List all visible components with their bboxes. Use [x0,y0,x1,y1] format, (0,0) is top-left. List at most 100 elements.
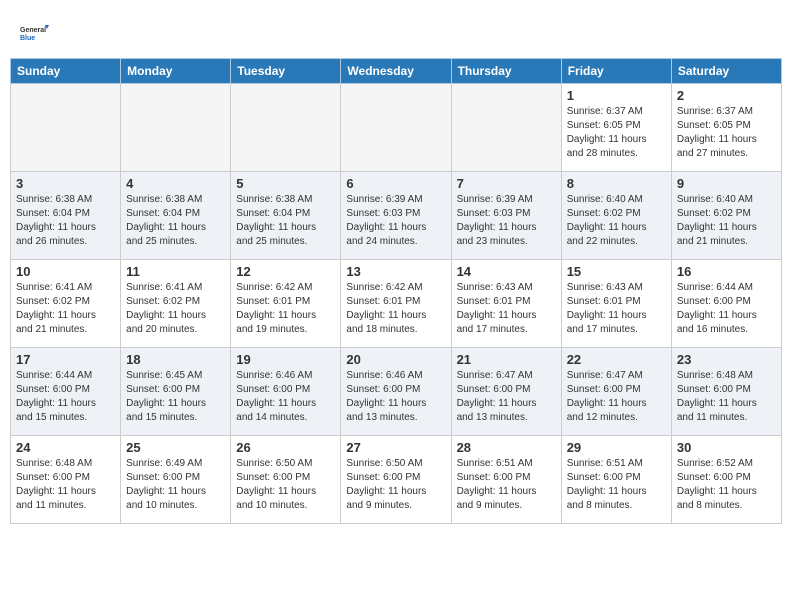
calendar-cell: 20 Sunrise: 6:46 AM Sunset: 6:00 PM Dayli… [341,348,451,436]
calendar-cell: 29 Sunrise: 6:51 AM Sunset: 6:00 PM Dayli… [561,436,671,524]
day-number: 13 [346,264,445,279]
day-info: Sunrise: 6:46 AM Sunset: 6:00 PM Dayligh… [346,369,445,425]
svg-text:General: General [20,27,46,34]
calendar-cell: 11 Sunrise: 6:41 AM Sunset: 6:02 PM Dayli… [121,260,231,348]
day-number: 5 [236,176,335,191]
day-number: 25 [126,440,225,455]
day-info: Sunrise: 6:41 AM Sunset: 6:02 PM Dayligh… [16,281,115,337]
day-info: Sunrise: 6:47 AM Sunset: 6:00 PM Dayligh… [567,369,666,425]
day-number: 24 [16,440,115,455]
day-number: 1 [567,88,666,103]
calendar-cell: 10 Sunrise: 6:41 AM Sunset: 6:02 PM Dayli… [11,260,121,348]
day-info: Sunrise: 6:50 AM Sunset: 6:00 PM Dayligh… [346,457,445,513]
calendar-week-row: 24 Sunrise: 6:48 AM Sunset: 6:00 PM Dayli… [11,436,782,524]
logo: GeneralBlue [20,18,50,48]
day-number: 8 [567,176,666,191]
calendar-cell: 3Sunrise: 6:38 AM Sunset: 6:04 PM Daylig… [11,172,121,260]
day-number: 4 [126,176,225,191]
calendar-cell: 7 Sunrise: 6:39 AM Sunset: 6:03 PM Daylig… [451,172,561,260]
day-info: Sunrise: 6:44 AM Sunset: 6:00 PM Dayligh… [677,281,776,337]
calendar-cell: 19Sunrise: 6:46 AM Sunset: 6:00 PM Dayli… [231,348,341,436]
day-header-thursday: Thursday [451,59,561,84]
calendar-cell: 5 Sunrise: 6:38 AM Sunset: 6:04 PM Daylig… [231,172,341,260]
day-info: Sunrise: 6:48 AM Sunset: 6:00 PM Dayligh… [677,369,776,425]
day-number: 7 [457,176,556,191]
calendar-cell [121,84,231,172]
calendar-cell [451,84,561,172]
calendar-cell: 12 Sunrise: 6:42 AM Sunset: 6:01 PM Dayli… [231,260,341,348]
day-number: 23 [677,352,776,367]
day-number: 11 [126,264,225,279]
day-info: Sunrise: 6:38 AM Sunset: 6:04 PM Dayligh… [126,193,225,249]
day-number: 28 [457,440,556,455]
calendar-week-row: 10 Sunrise: 6:41 AM Sunset: 6:02 PM Dayli… [11,260,782,348]
calendar-cell: 16 Sunrise: 6:44 AM Sunset: 6:00 PM Dayli… [671,260,781,348]
day-number: 17 [16,352,115,367]
calendar-cell: 25Sunrise: 6:49 AM Sunset: 6:00 PM Dayli… [121,436,231,524]
calendar-cell: 27 Sunrise: 6:50 AM Sunset: 6:00 PM Dayli… [341,436,451,524]
day-info: Sunrise: 6:39 AM Sunset: 6:03 PM Dayligh… [457,193,556,249]
day-info: Sunrise: 6:51 AM Sunset: 6:00 PM Dayligh… [457,457,556,513]
day-info: Sunrise: 6:43 AM Sunset: 6:01 PM Dayligh… [457,281,556,337]
day-header-monday: Monday [121,59,231,84]
day-header-tuesday: Tuesday [231,59,341,84]
day-number: 3 [16,176,115,191]
day-number: 22 [567,352,666,367]
day-number: 6 [346,176,445,191]
day-info: Sunrise: 6:40 AM Sunset: 6:02 PM Dayligh… [677,193,776,249]
day-info: Sunrise: 6:40 AM Sunset: 6:02 PM Dayligh… [567,193,666,249]
day-info: Sunrise: 6:37 AM Sunset: 6:05 PM Dayligh… [567,105,666,161]
day-number: 2 [677,88,776,103]
day-info: Sunrise: 6:41 AM Sunset: 6:02 PM Dayligh… [126,281,225,337]
day-number: 10 [16,264,115,279]
day-info: Sunrise: 6:42 AM Sunset: 6:01 PM Dayligh… [346,281,445,337]
day-header-friday: Friday [561,59,671,84]
day-number: 26 [236,440,335,455]
calendar-cell: 18 Sunrise: 6:45 AM Sunset: 6:00 PM Dayli… [121,348,231,436]
day-number: 30 [677,440,776,455]
calendar-cell: 1 Sunrise: 6:37 AM Sunset: 6:05 PM Daylig… [561,84,671,172]
calendar-cell [341,84,451,172]
calendar-cell: 28 Sunrise: 6:51 AM Sunset: 6:00 PM Dayli… [451,436,561,524]
logo-icon: GeneralBlue [20,18,50,48]
day-number: 16 [677,264,776,279]
day-info: Sunrise: 6:51 AM Sunset: 6:00 PM Dayligh… [567,457,666,513]
day-number: 21 [457,352,556,367]
calendar-cell: 8 Sunrise: 6:40 AM Sunset: 6:02 PM Daylig… [561,172,671,260]
day-number: 18 [126,352,225,367]
days-header-row: SundayMondayTuesdayWednesdayThursdayFrid… [11,59,782,84]
calendar-cell: 21Sunrise: 6:47 AM Sunset: 6:00 PM Dayli… [451,348,561,436]
day-number: 14 [457,264,556,279]
day-number: 15 [567,264,666,279]
page-header: GeneralBlue [10,10,782,52]
calendar-week-row: 1 Sunrise: 6:37 AM Sunset: 6:05 PM Daylig… [11,84,782,172]
calendar-cell: 23 Sunrise: 6:48 AM Sunset: 6:00 PM Dayli… [671,348,781,436]
day-number: 27 [346,440,445,455]
day-number: 20 [346,352,445,367]
day-number: 9 [677,176,776,191]
calendar-cell: 6 Sunrise: 6:39 AM Sunset: 6:03 PM Daylig… [341,172,451,260]
calendar-cell: 2 Sunrise: 6:37 AM Sunset: 6:05 PM Daylig… [671,84,781,172]
calendar-cell: 13 Sunrise: 6:42 AM Sunset: 6:01 PM Dayli… [341,260,451,348]
day-info: Sunrise: 6:52 AM Sunset: 6:00 PM Dayligh… [677,457,776,513]
calendar-cell: 17Sunrise: 6:44 AM Sunset: 6:00 PM Dayli… [11,348,121,436]
day-info: Sunrise: 6:38 AM Sunset: 6:04 PM Dayligh… [236,193,335,249]
calendar-cell: 26Sunrise: 6:50 AM Sunset: 6:00 PM Dayli… [231,436,341,524]
day-info: Sunrise: 6:45 AM Sunset: 6:00 PM Dayligh… [126,369,225,425]
day-info: Sunrise: 6:48 AM Sunset: 6:00 PM Dayligh… [16,457,115,513]
calendar-cell [231,84,341,172]
day-info: Sunrise: 6:39 AM Sunset: 6:03 PM Dayligh… [346,193,445,249]
day-number: 29 [567,440,666,455]
day-header-sunday: Sunday [11,59,121,84]
calendar-cell [11,84,121,172]
day-header-wednesday: Wednesday [341,59,451,84]
day-info: Sunrise: 6:42 AM Sunset: 6:01 PM Dayligh… [236,281,335,337]
calendar-cell: 30 Sunrise: 6:52 AM Sunset: 6:00 PM Dayli… [671,436,781,524]
day-number: 12 [236,264,335,279]
calendar-cell: 15 Sunrise: 6:43 AM Sunset: 6:01 PM Dayli… [561,260,671,348]
svg-text:Blue: Blue [20,35,35,42]
calendar-cell: 22 Sunrise: 6:47 AM Sunset: 6:00 PM Dayli… [561,348,671,436]
day-info: Sunrise: 6:37 AM Sunset: 6:05 PM Dayligh… [677,105,776,161]
day-info: Sunrise: 6:43 AM Sunset: 6:01 PM Dayligh… [567,281,666,337]
day-info: Sunrise: 6:46 AM Sunset: 6:00 PM Dayligh… [236,369,335,425]
